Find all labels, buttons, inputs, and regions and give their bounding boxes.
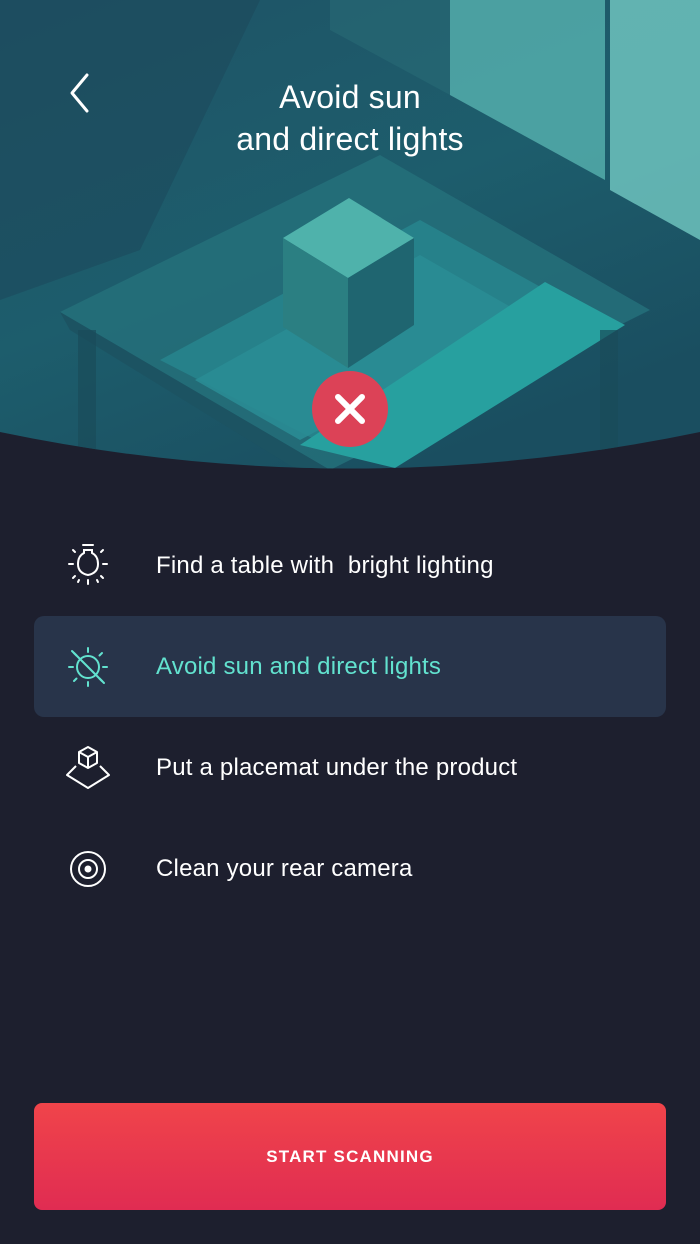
sun-off-icon — [64, 643, 112, 691]
back-button[interactable] — [58, 68, 102, 118]
camera-lens-icon — [64, 845, 112, 893]
tip-label: Avoid sun and direct lights — [156, 652, 442, 680]
close-icon — [335, 394, 365, 424]
tip-label: Put a placemat under the product — [156, 753, 518, 781]
chevron-left-icon — [70, 73, 89, 113]
status-badge — [312, 371, 388, 447]
tip-item-avoid-sun[interactable]: Avoid sun and direct lights — [34, 616, 666, 717]
tips-list: Find a table with bright lighting Avoid … — [34, 515, 666, 919]
tip-item-camera[interactable]: Clean your rear camera — [34, 818, 666, 919]
page-title: Avoid sun and direct lights — [150, 76, 550, 160]
page-title-line1: Avoid sun — [279, 79, 421, 115]
tip-label: Clean your rear camera — [156, 854, 413, 882]
tip-item-bright-lighting[interactable]: Find a table with bright lighting — [34, 515, 666, 616]
hero-illustration: Avoid sun and direct lights — [0, 0, 700, 470]
lightbulb-icon — [64, 542, 112, 590]
start-scanning-button[interactable]: START SCANNING — [34, 1103, 666, 1210]
cube-on-placemat-icon — [64, 744, 112, 792]
page-title-line2: and direct lights — [236, 121, 464, 157]
tip-item-placemat[interactable]: Put a placemat under the product — [34, 717, 666, 818]
tip-label: Find a table with bright lighting — [156, 551, 494, 579]
